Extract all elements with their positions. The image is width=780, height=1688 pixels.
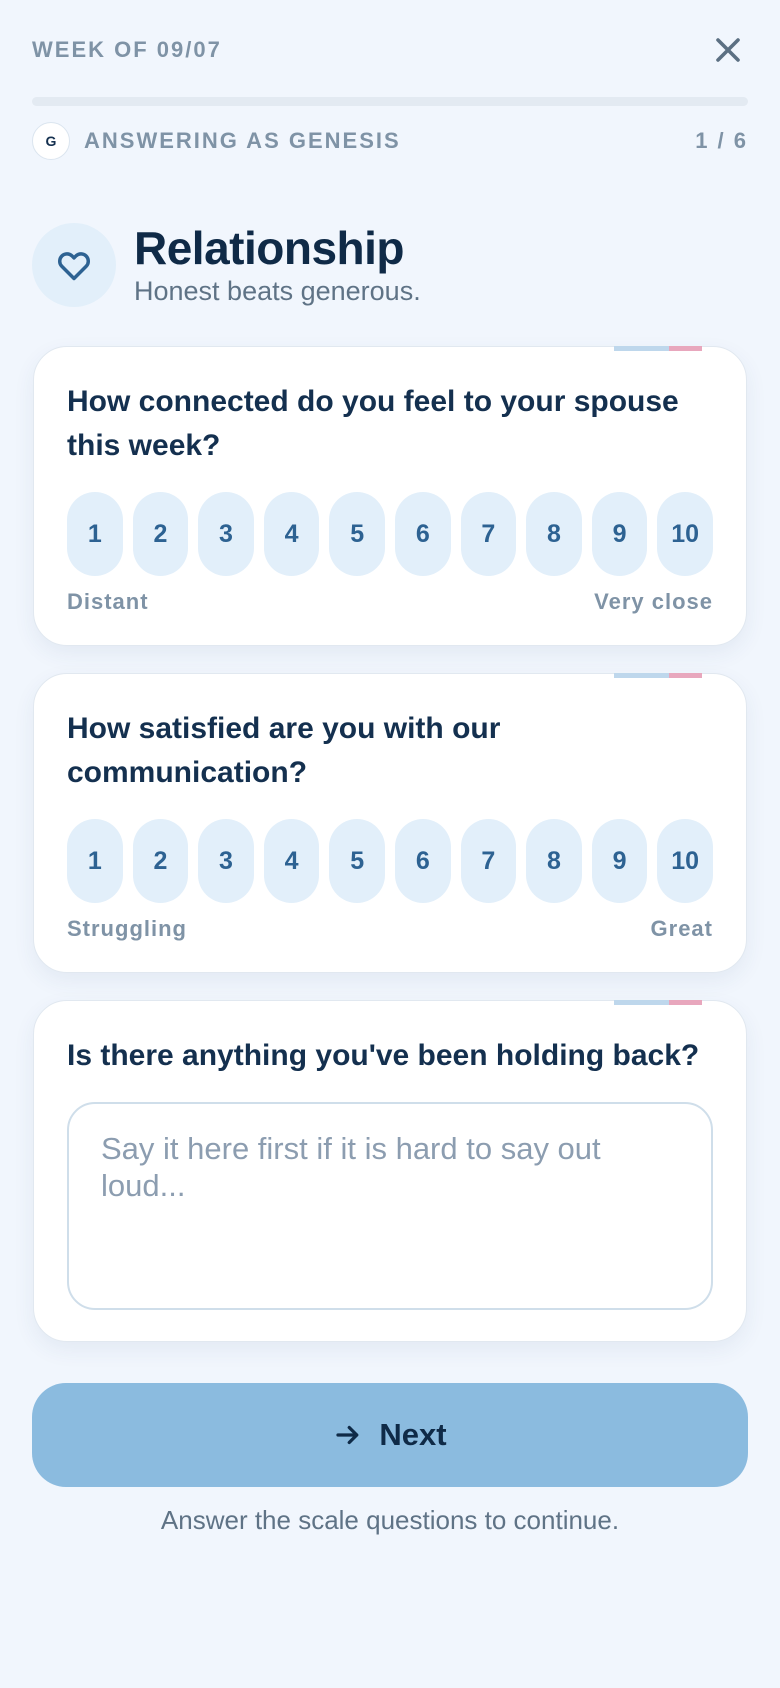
rating-option[interactable]: 6: [394, 492, 451, 576]
question-card-1: How connected do you feel to your spouse…: [33, 346, 747, 646]
rating-option[interactable]: 8: [526, 492, 582, 576]
answering-row: G ANSWERING AS GENESIS 1 / 6: [32, 122, 748, 160]
rating-option[interactable]: 7: [460, 819, 517, 903]
rating-option[interactable]: 1: [67, 819, 123, 903]
question-card-2: How satisfied are you with our communica…: [33, 673, 747, 973]
rating-option[interactable]: 3: [198, 819, 254, 903]
section-icon-badge: [32, 222, 116, 307]
header: WEEK OF 09/07: [32, 30, 748, 70]
card-accent: [614, 1000, 702, 1005]
week-label: WEEK OF 09/07: [32, 37, 222, 62]
rating-option[interactable]: 8: [526, 819, 582, 903]
section-title: Relationship: [134, 222, 405, 274]
free-text-answer[interactable]: [67, 1102, 713, 1310]
next-button-label: Next: [379, 1417, 447, 1452]
section-header: Relationship Honest beats generous.: [32, 222, 421, 307]
rating-option[interactable]: 5: [329, 819, 385, 903]
heart-icon: [58, 251, 90, 280]
question-card-3: Is there anything you've been holding ba…: [33, 1000, 747, 1342]
rating-option[interactable]: 9: [591, 819, 648, 903]
avatar: G: [32, 122, 70, 160]
section-subtitle: Honest beats generous.: [134, 276, 421, 306]
card-accent: [614, 673, 702, 678]
close-button[interactable]: [708, 30, 748, 70]
scale-low-label: Distant: [67, 589, 149, 614]
rating-option[interactable]: 5: [329, 492, 385, 576]
rating-option[interactable]: 7: [460, 492, 517, 576]
rating-option[interactable]: 2: [132, 819, 189, 903]
rating-option[interactable]: 9: [591, 492, 648, 576]
step-counter: 1 / 6: [695, 128, 748, 153]
question-text: How connected do you feel to your spouse…: [67, 385, 679, 462]
rating-option[interactable]: 4: [263, 492, 320, 576]
scale-low-label: Struggling: [67, 916, 187, 941]
rating-option[interactable]: 1: [67, 492, 123, 576]
question-text: How satisfied are you with our communica…: [67, 712, 501, 789]
rating-option[interactable]: 4: [263, 819, 320, 903]
rating-option[interactable]: 2: [132, 492, 189, 576]
rating-scale: 1 2 3 4 5 6 7 8 9 10: [67, 492, 713, 576]
continue-hint: Answer the scale questions to continue.: [160, 1505, 620, 1535]
arrow-right-icon: [336, 1425, 359, 1445]
rating-scale: 1 2 3 4 5 6 7 8 9 10: [67, 819, 713, 903]
answering-as-label: ANSWERING AS GENESIS: [84, 128, 401, 153]
rating-option[interactable]: 10: [657, 492, 713, 576]
question-text: Is there anything you've been holding ba…: [67, 1039, 700, 1072]
rating-option[interactable]: 10: [657, 819, 713, 903]
scale-high-label: Great: [650, 916, 713, 941]
rating-option[interactable]: 3: [198, 492, 254, 576]
scale-labels: Distant Very close: [67, 589, 713, 615]
card-accent: [614, 346, 702, 351]
scale-high-label: Very close: [594, 589, 713, 614]
progress-bar: [32, 97, 748, 106]
rating-option[interactable]: 6: [394, 819, 451, 903]
close-icon: [716, 38, 740, 62]
scale-labels: Struggling Great: [67, 916, 713, 942]
next-button[interactable]: Next: [32, 1383, 748, 1487]
